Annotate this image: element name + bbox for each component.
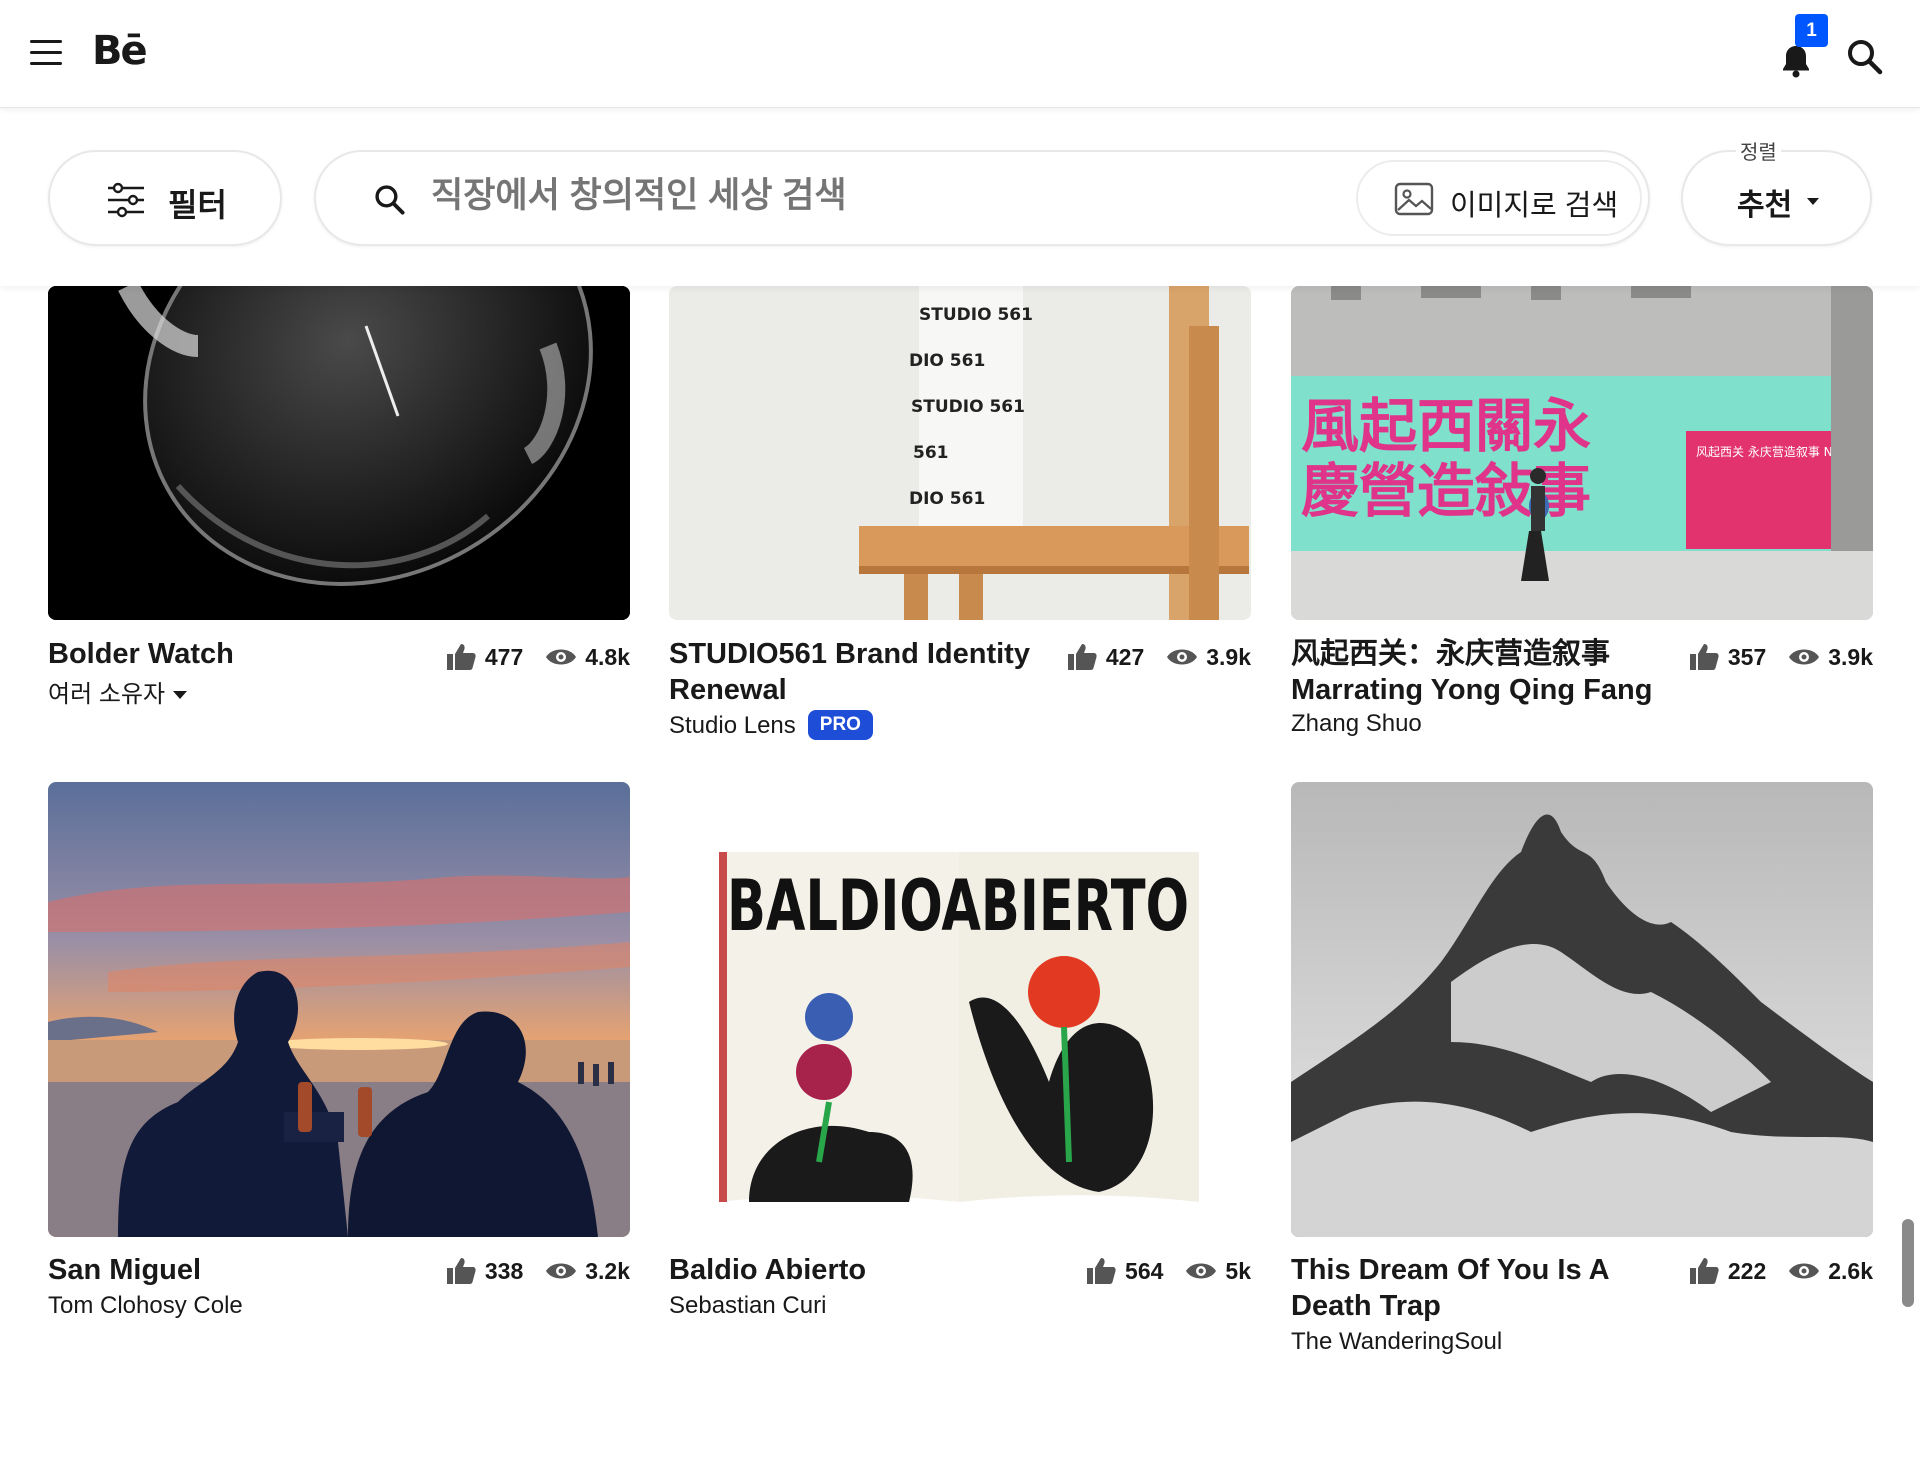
chevron-down-icon (173, 691, 188, 699)
mountain-image (1291, 782, 1873, 1237)
behance-logo[interactable]: Bē (92, 28, 148, 74)
project-title[interactable]: This Dream Of You Is A Death Trap (1291, 1252, 1691, 1324)
view-count: 3.2k (585, 1257, 630, 1284)
banner-text: 慶營造敍事 (1301, 457, 1591, 525)
project-stats: 338 3.2k (423, 1256, 630, 1286)
thumbs-up-icon (446, 1258, 476, 1284)
bottle-label: STUDIO 561 (919, 305, 1033, 325)
street-banner-image: 風起西關永 慶營造敍事 风起西关 永庆营造叙事 Narrating Yong Q… (1291, 286, 1873, 620)
sliders-icon (108, 182, 144, 218)
view-count: 3.9k (1828, 643, 1873, 670)
eye-icon (546, 649, 577, 665)
filter-button[interactable]: 필터 (48, 150, 282, 246)
like-count: 564 (1125, 1257, 1164, 1284)
title-line: STUDIO561 Brand Identity (669, 638, 1030, 670)
eye-icon (1186, 1263, 1217, 1279)
project-owner[interactable]: Sebastian Curi (669, 1292, 826, 1320)
search-input[interactable] (431, 176, 1331, 216)
title-line: 风起西关：永庆营造叙事 (1291, 638, 1611, 670)
project-thumbnail[interactable]: 風起西關永 慶營造敍事 风起西关 永庆营造叙事 Narrating Yong Q… (1291, 286, 1873, 620)
pro-badge: PRO (807, 710, 873, 740)
project-owner[interactable]: 여러 소유자 (48, 674, 188, 709)
image-search-label: 이미지로 검색 (1450, 190, 1619, 222)
project-title[interactable]: Bolder Watch (48, 636, 234, 672)
scrollbar-thumb[interactable] (1902, 1219, 1914, 1307)
view-count: 3.9k (1206, 643, 1251, 670)
like-count: 338 (484, 1257, 524, 1284)
project-card: BALDIOABIERTO Baldio Abierto Sebastian C… (669, 782, 1251, 1322)
project-thumbnail[interactable] (48, 782, 630, 1237)
project-card: San Miguel Tom Clohosy Cole 338 3.2k (48, 782, 630, 1322)
bottle-label: 561 (913, 443, 949, 463)
project-thumbnail[interactable] (1291, 782, 1873, 1237)
sort-caption: 정렬 (1736, 136, 1781, 165)
eye-icon (546, 1263, 577, 1279)
title-line: Marrating Yong Qing Fang (1291, 674, 1653, 706)
top-nav: Bē 1 (0, 0, 1920, 108)
project-stats: 564 5k (1063, 1256, 1251, 1286)
eye-icon (1789, 649, 1820, 665)
project-title[interactable]: 风起西关：永庆营造叙事 Marrating Yong Qing Fang (1291, 636, 1691, 708)
project-title[interactable]: Baldio Abierto (669, 1252, 866, 1288)
project-stats: 222 2.6k (1666, 1256, 1873, 1286)
project-owner[interactable]: Tom Clohosy Cole (48, 1292, 243, 1320)
project-thumbnail[interactable]: STUDIO 561 DIO 561 STUDIO 561 561 DIO 56… (669, 286, 1251, 620)
project-owner[interactable]: Studio Lens PRO (669, 710, 873, 740)
sort-value: 추천 (1737, 189, 1793, 222)
magazine-image: BALDIOABIERTO (669, 782, 1251, 1237)
notification-badge: 1 (1795, 14, 1828, 47)
owner-name: 여러 소유자 (48, 681, 166, 708)
project-thumbnail[interactable]: BALDIOABIERTO (669, 782, 1251, 1237)
project-card: 風起西關永 慶營造敍事 风起西关 永庆营造叙事 Narrating Yong Q… (1291, 286, 1873, 746)
title-line: This Dream Of You Is A (1291, 1254, 1610, 1286)
like-count: 357 (1727, 643, 1767, 670)
studio-bottle-image: STUDIO 561 DIO 561 STUDIO 561 561 DIO 56… (669, 286, 1251, 620)
eye-icon (1789, 1263, 1820, 1279)
project-card: This Dream Of You Is A Death Trap The Wa… (1291, 782, 1873, 1362)
thumbs-up-icon (1689, 1258, 1719, 1284)
chevron-down-icon (1807, 198, 1819, 205)
project-card: STUDIO 561 DIO 561 STUDIO 561 561 DIO 56… (669, 286, 1251, 746)
project-stats: 427 3.9k (1044, 642, 1251, 672)
search-icon (375, 185, 405, 215)
thumbs-up-icon (1689, 644, 1719, 670)
hamburger-icon[interactable] (30, 40, 62, 66)
image-search-button[interactable]: 이미지로 검색 (1356, 160, 1642, 236)
filter-bar: 필터 이미지로 검색 정렬 추천 (0, 108, 1920, 286)
search-bar: 이미지로 검색 (314, 150, 1650, 246)
filter-label: 필터 (168, 187, 227, 223)
project-stats: 477 4.8k (423, 642, 630, 672)
project-thumbnail[interactable] (48, 286, 630, 620)
title-line: Death Trap (1291, 1290, 1441, 1322)
project-owner[interactable]: Zhang Shuo (1291, 710, 1422, 738)
project-card: Bolder Watch 여러 소유자 477 4.8k (48, 286, 630, 709)
banner-text: 風起西關永 (1301, 392, 1591, 460)
thumbs-up-icon (1067, 644, 1097, 670)
project-owner[interactable]: The WanderingSoul (1291, 1328, 1502, 1356)
magazine-title: BALDIOABIERTO (727, 865, 1189, 947)
view-count: 5k (1225, 1257, 1251, 1284)
project-stats: 357 3.9k (1666, 642, 1873, 672)
bottle-label: DIO 561 (909, 489, 985, 509)
owner-name: Studio Lens (669, 712, 796, 739)
view-count: 2.6k (1828, 1257, 1873, 1284)
search-icon[interactable] (1844, 36, 1884, 76)
eye-icon (1167, 649, 1198, 665)
project-title[interactable]: STUDIO561 Brand Identity Renewal (669, 636, 1059, 708)
like-count: 477 (484, 643, 524, 670)
project-title[interactable]: San Miguel (48, 1252, 201, 1288)
watch-image (48, 286, 630, 620)
like-count: 427 (1105, 643, 1145, 670)
view-count: 4.8k (585, 643, 630, 670)
bottle-label: DIO 561 (909, 351, 985, 371)
bottle-label: STUDIO 561 (911, 397, 1025, 417)
image-icon (1394, 182, 1434, 216)
thumbs-up-icon (1087, 1258, 1116, 1284)
thumbs-up-icon (446, 644, 476, 670)
title-line: Renewal (669, 674, 787, 706)
sunset-illustration (48, 782, 630, 1237)
like-count: 222 (1727, 1257, 1767, 1284)
